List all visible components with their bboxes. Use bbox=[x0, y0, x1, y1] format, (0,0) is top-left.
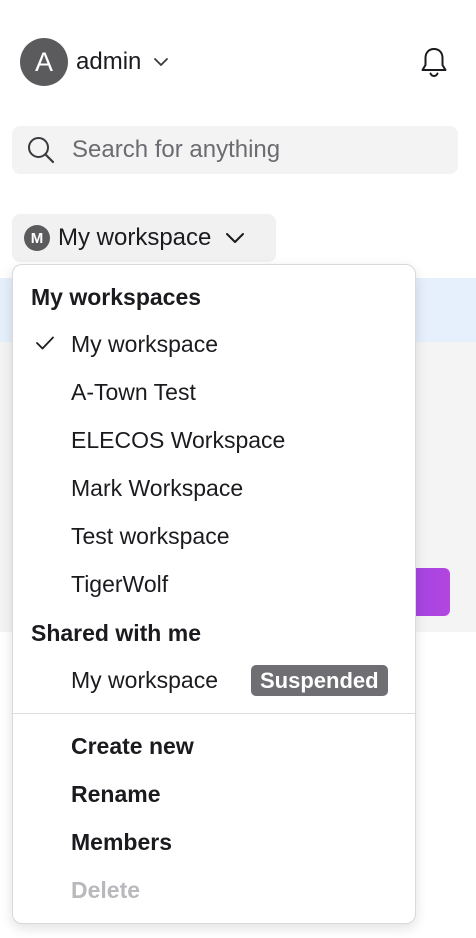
menu-action-label: Delete bbox=[71, 876, 141, 903]
app-header: A admin bbox=[0, 0, 476, 124]
username-label: admin bbox=[76, 48, 142, 75]
workspace-item-tigerwolf[interactable]: TigerWolf bbox=[13, 560, 415, 608]
menu-action-label: Members bbox=[71, 828, 172, 855]
search-input[interactable] bbox=[72, 136, 432, 164]
workspace-avatar-initial: M bbox=[30, 229, 44, 247]
notifications-button[interactable] bbox=[414, 42, 454, 82]
chevron-down-icon bbox=[225, 232, 245, 244]
workspace-avatar: M bbox=[24, 225, 50, 251]
menu-action-label: Rename bbox=[71, 780, 161, 807]
shared-with-me-heading: Shared with me bbox=[31, 620, 201, 646]
workspace-item-a-town-test[interactable]: A-Town Test bbox=[13, 368, 415, 416]
workspace-item-label: Test workspace bbox=[71, 522, 230, 549]
search-icon bbox=[26, 135, 56, 165]
workspace-members-item[interactable]: Members bbox=[13, 818, 415, 866]
chevron-down-icon bbox=[153, 57, 169, 67]
user-menu-button[interactable]: A admin bbox=[20, 38, 169, 86]
avatar-initial: A bbox=[34, 46, 53, 77]
menu-action-label: Create new bbox=[71, 732, 194, 759]
delete-workspace-item: Delete bbox=[13, 866, 415, 914]
check-icon bbox=[35, 335, 55, 351]
workspace-item-label: Mark Workspace bbox=[71, 474, 244, 501]
my-workspaces-heading: My workspaces bbox=[31, 284, 202, 310]
workspace-item-label: ELECOS Workspace bbox=[71, 426, 286, 453]
search-bar[interactable] bbox=[12, 126, 458, 174]
workspace-item-label: A-Town Test bbox=[71, 378, 196, 405]
suspended-badge: Suspended bbox=[251, 665, 388, 696]
workspace-item-mark-workspace[interactable]: Mark Workspace bbox=[13, 464, 415, 512]
bell-icon bbox=[419, 46, 449, 78]
workspace-item-my-workspace[interactable]: My workspace bbox=[13, 320, 415, 368]
workspace-item-label: My workspace bbox=[71, 666, 218, 693]
workspace-item-elecos-workspace[interactable]: ELECOS Workspace bbox=[13, 416, 415, 464]
workspace-item-label: My workspace bbox=[71, 330, 218, 357]
current-workspace-label: My workspace bbox=[58, 224, 212, 251]
shared-workspace-item-my-workspace[interactable]: My workspace Suspended bbox=[13, 656, 415, 704]
rename-workspace-item[interactable]: Rename bbox=[13, 770, 415, 818]
menu-divider bbox=[13, 713, 415, 714]
avatar: A bbox=[20, 38, 68, 86]
workspace-item-test-workspace[interactable]: Test workspace bbox=[13, 512, 415, 560]
workspace-dropdown-menu: My workspaces My workspace A-Town Test E… bbox=[12, 264, 416, 924]
create-new-workspace-item[interactable]: Create new bbox=[13, 722, 415, 770]
workspace-switcher-button[interactable]: M My workspace bbox=[12, 214, 276, 262]
workspace-item-label: TigerWolf bbox=[71, 570, 169, 597]
